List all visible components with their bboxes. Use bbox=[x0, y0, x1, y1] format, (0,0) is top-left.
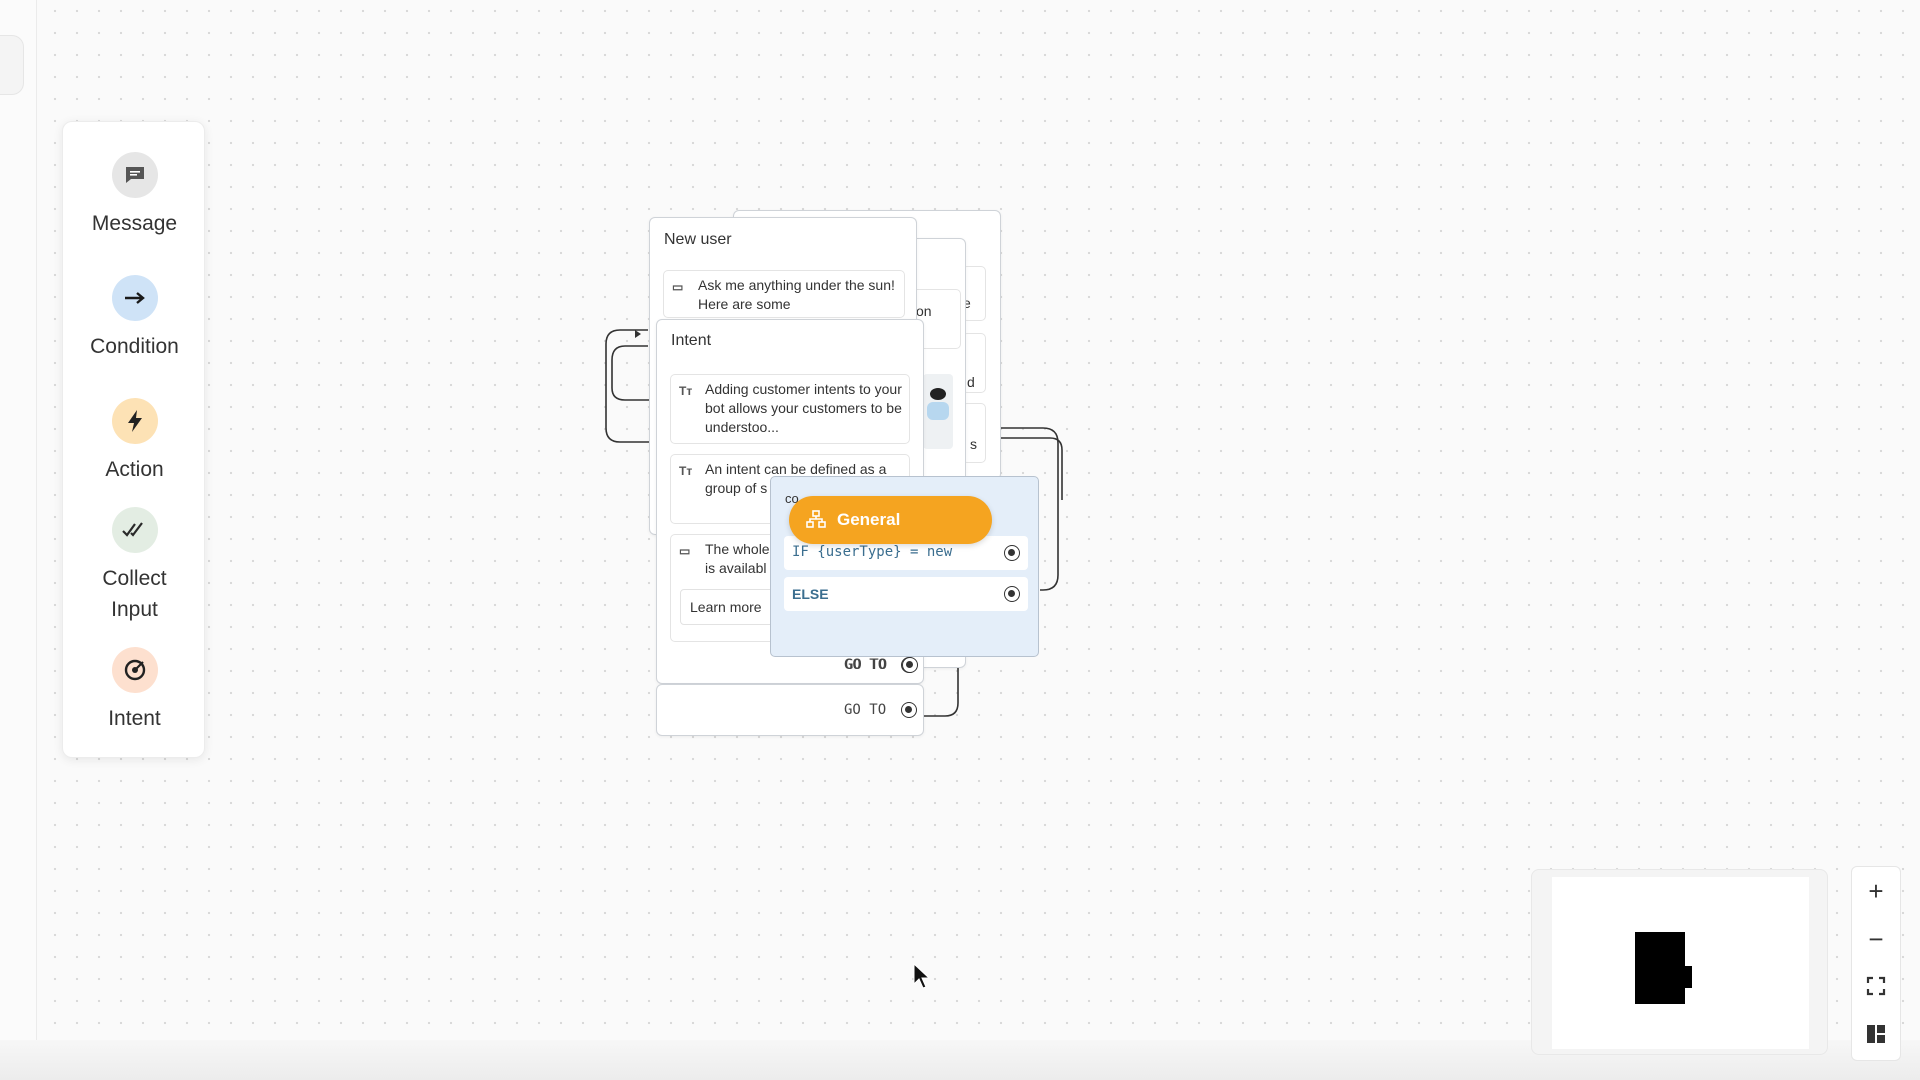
text-type-icon: Tт bbox=[679, 464, 693, 478]
fullscreen-icon bbox=[1866, 976, 1886, 996]
zoom-out-button[interactable]: − bbox=[1852, 916, 1900, 962]
message-text: The whole is availabl bbox=[705, 541, 770, 576]
layout-button[interactable] bbox=[1852, 1011, 1900, 1057]
message-block[interactable]: ▭ Ask me anything under the sun! Here ar… bbox=[663, 270, 905, 318]
fragment-text: d bbox=[967, 374, 975, 390]
node-title: New user bbox=[664, 231, 732, 248]
else-label: ELSE bbox=[792, 586, 829, 602]
fragment-text: on bbox=[916, 303, 932, 319]
goto-port[interactable] bbox=[900, 702, 917, 718]
goto-port[interactable] bbox=[901, 657, 918, 673]
message-text: Ask me anything under the sun! Here are … bbox=[698, 277, 895, 312]
else-branch-row[interactable]: ELSE bbox=[784, 577, 1028, 611]
goto-label: GO TO bbox=[844, 702, 887, 718]
message-icon: ▭ bbox=[679, 544, 691, 558]
hierarchy-icon bbox=[806, 510, 826, 533]
goto-label: GO TO bbox=[845, 657, 888, 673]
text-content: Adding customer intents to your bot allo… bbox=[705, 381, 902, 435]
badge-label: General bbox=[837, 510, 901, 529]
if-expression: IF {userType} = new bbox=[792, 544, 953, 560]
group-badge[interactable]: General bbox=[789, 496, 992, 544]
intent-footer: GO TO bbox=[656, 684, 924, 736]
node-title: Intent bbox=[671, 332, 712, 349]
text-type-icon: Tт bbox=[679, 384, 693, 398]
zoom-in-button[interactable]: + bbox=[1852, 868, 1900, 914]
goto-row-middle: GO TO bbox=[845, 657, 918, 673]
fragment-text: s bbox=[970, 436, 977, 452]
branch-port[interactable] bbox=[1004, 545, 1020, 561]
cursor-icon bbox=[913, 963, 931, 989]
fit-view-button[interactable] bbox=[1852, 963, 1900, 1009]
minimap-node-cluster bbox=[1635, 932, 1692, 1004]
layout-icon bbox=[1867, 1025, 1885, 1043]
goto-row: GO TO bbox=[844, 702, 917, 718]
avatar bbox=[923, 374, 953, 449]
message-icon: ▭ bbox=[672, 280, 684, 294]
branch-port[interactable] bbox=[1004, 586, 1020, 602]
text-block[interactable]: Tт Adding customer intents to your bot a… bbox=[670, 374, 910, 444]
